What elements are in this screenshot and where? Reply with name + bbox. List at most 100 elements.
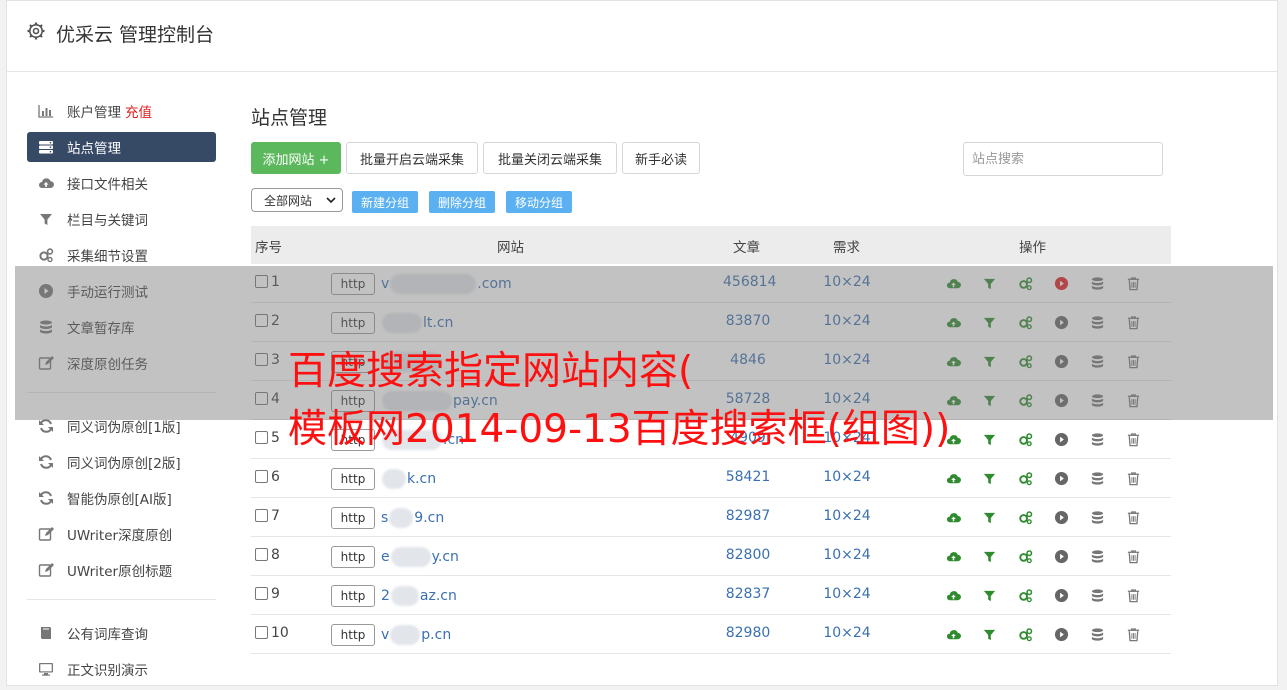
batch-open-cloud-button[interactable]: 批量开启云端采集 — [346, 142, 478, 174]
protocol-badge[interactable]: http — [331, 624, 375, 646]
cloud-upload-icon[interactable] — [935, 547, 971, 565]
filter-icon[interactable] — [971, 586, 1007, 604]
site-url[interactable]: s 9.cn — [381, 508, 444, 528]
filter-icon[interactable] — [971, 625, 1007, 643]
new-group-button[interactable]: 新建分组 — [352, 191, 419, 213]
protocol-badge[interactable]: http — [331, 585, 375, 607]
play-circle-icon[interactable] — [1043, 586, 1079, 604]
table-row[interactable]: 8 http e y.cn 82800 10×24 — [251, 537, 1171, 576]
guide-button[interactable]: 新手必读 — [622, 142, 700, 174]
row-checkbox[interactable] — [255, 626, 268, 639]
site-url[interactable]: k.cn — [381, 469, 436, 489]
add-site-button[interactable]: 添加网站 + — [251, 142, 341, 174]
sidebar-item-label: 接口文件相关 — [67, 177, 148, 193]
gears-icon[interactable] — [1007, 469, 1043, 487]
site-prefix: s — [381, 510, 389, 526]
sidebar-item-label: UWriter深度原创 — [67, 528, 173, 544]
masked-domain — [389, 508, 414, 528]
site-url[interactable]: 2 az.cn — [381, 586, 457, 606]
row-checkbox[interactable] — [255, 470, 268, 483]
filter-icon[interactable] — [971, 547, 1007, 565]
col-articles: 文章 — [733, 240, 760, 256]
sidebar-item-columns[interactable]: 栏目与关键词 — [27, 204, 216, 234]
article-count[interactable]: 82800 — [723, 547, 773, 563]
cloud-upload-icon[interactable] — [935, 625, 971, 643]
row-checkbox[interactable] — [255, 509, 268, 522]
cloud-upload-icon[interactable] — [935, 508, 971, 526]
group-select[interactable]: 全部网站 — [251, 188, 343, 212]
sidebar-item-uwriter-title[interactable]: UWriter原创标题 — [27, 555, 216, 585]
sidebar-item-uwriter-deep[interactable]: UWriter深度原创 — [27, 519, 216, 549]
play-circle-icon[interactable] — [1043, 547, 1079, 565]
col-ops: 操作 — [1019, 240, 1046, 256]
delete-group-button[interactable]: 删除分组 — [429, 191, 496, 213]
sidebar-item-synonym-v2[interactable]: 同义词伪原创[2版] — [27, 447, 216, 477]
trash-icon[interactable] — [1115, 586, 1151, 604]
protocol-badge[interactable]: http — [331, 468, 375, 490]
table-row[interactable]: 6 http k.cn 58421 10×24 — [251, 459, 1171, 498]
article-count[interactable]: 82837 — [723, 586, 773, 602]
gears-icon[interactable] — [1007, 508, 1043, 526]
batch-close-cloud-button[interactable]: 批量关闭云端采集 — [483, 142, 617, 174]
row-index: 9 — [271, 586, 280, 602]
site-suffix: p.cn — [421, 627, 452, 643]
play-circle-icon[interactable] — [1043, 508, 1079, 526]
sidebar-item-sites[interactable]: 站点管理 — [27, 132, 216, 162]
table-row[interactable]: 9 http 2 az.cn 82837 10×24 — [251, 576, 1171, 615]
database-icon[interactable] — [1079, 469, 1115, 487]
row-checkbox[interactable] — [255, 587, 268, 600]
masked-domain — [390, 547, 431, 567]
sidebar-item-text-recognition[interactable]: 正文识别演示 — [27, 654, 216, 684]
demand-value[interactable]: 10×24 — [821, 469, 873, 485]
database-icon[interactable] — [1079, 586, 1115, 604]
trash-icon[interactable] — [1115, 625, 1151, 643]
play-circle-icon[interactable] — [1043, 469, 1079, 487]
database-icon[interactable] — [1079, 508, 1115, 526]
refresh-icon — [37, 418, 55, 434]
col-site: 网站 — [497, 240, 524, 256]
sidebar-item-public-lexicon[interactable]: 公有词库查询 — [27, 618, 216, 648]
move-group-button[interactable]: 移动分组 — [506, 191, 573, 213]
row-checkbox[interactable] — [255, 431, 268, 444]
cloud-upload-icon[interactable] — [935, 469, 971, 487]
demand-value[interactable]: 10×24 — [821, 625, 873, 641]
filter-icon[interactable] — [971, 508, 1007, 526]
gears-icon[interactable] — [1007, 547, 1043, 565]
gears-icon[interactable] — [1007, 586, 1043, 604]
cloud-upload-icon[interactable] — [935, 586, 971, 604]
sidebar-item-ai-original[interactable]: 智能伪原创[AI版] — [27, 483, 216, 513]
database-icon[interactable] — [1079, 547, 1115, 565]
sidebar-item-label: 智能伪原创[AI版] — [67, 492, 172, 508]
article-count[interactable]: 58421 — [723, 469, 773, 485]
site-url[interactable]: v p.cn — [381, 625, 451, 645]
protocol-badge[interactable]: http — [331, 507, 375, 529]
recharge-link[interactable]: 充值 — [125, 101, 152, 121]
trash-icon[interactable] — [1115, 508, 1151, 526]
trash-icon[interactable] — [1115, 469, 1151, 487]
sidebar-item-interface[interactable]: 接口文件相关 — [27, 168, 216, 198]
gear-icon[interactable] — [26, 21, 46, 41]
table-row[interactable]: 7 http s 9.cn 82987 10×24 — [251, 498, 1171, 537]
gears-icon — [37, 247, 55, 263]
row-actions — [935, 586, 1151, 604]
play-circle-icon[interactable] — [1043, 625, 1079, 643]
refresh-icon — [37, 454, 55, 470]
row-checkbox[interactable] — [255, 548, 268, 561]
server-icon — [37, 139, 55, 155]
filter-icon[interactable] — [971, 469, 1007, 487]
protocol-badge[interactable]: http — [331, 546, 375, 568]
sidebar-item-account[interactable]: 账户管理 充值 — [27, 96, 216, 126]
page-title: 站点管理 — [251, 107, 328, 129]
demand-value[interactable]: 10×24 — [821, 547, 873, 563]
database-icon[interactable] — [1079, 625, 1115, 643]
article-count[interactable]: 82980 — [723, 625, 773, 641]
demand-value[interactable]: 10×24 — [821, 508, 873, 524]
article-count[interactable]: 82987 — [723, 508, 773, 524]
sidebar-divider — [27, 599, 216, 600]
site-url[interactable]: e y.cn — [381, 547, 459, 567]
demand-value[interactable]: 10×24 — [821, 586, 873, 602]
gears-icon[interactable] — [1007, 625, 1043, 643]
trash-icon[interactable] — [1115, 547, 1151, 565]
table-row[interactable]: 10 http v p.cn 82980 10×24 — [251, 615, 1171, 654]
site-search-input[interactable] — [963, 142, 1163, 176]
